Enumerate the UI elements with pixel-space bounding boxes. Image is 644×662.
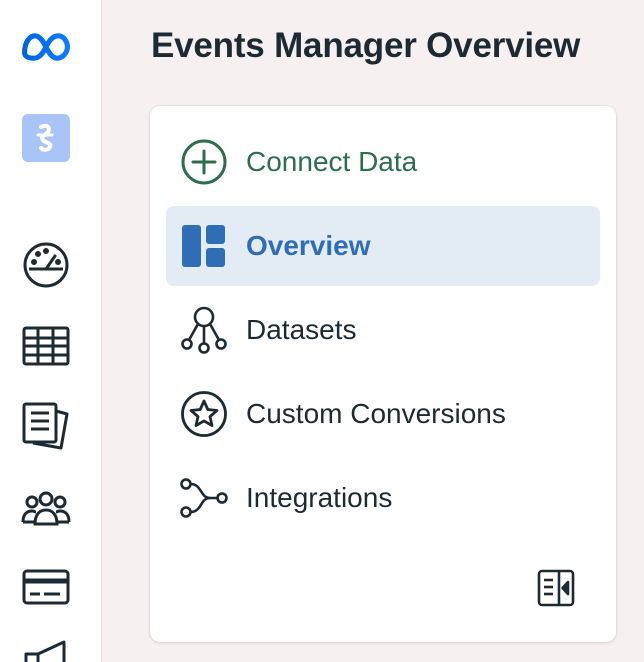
left-icon-rail (0, 0, 102, 662)
nav-item-datasets[interactable]: Datasets (166, 290, 600, 370)
plus-circle-icon (180, 138, 228, 186)
collapse-panel-button[interactable] (534, 568, 578, 612)
nav-item-connect-data[interactable]: Connect Data (166, 122, 600, 202)
nav-item-overview[interactable]: Overview (166, 206, 600, 286)
nav-item-label: Custom Conversions (246, 398, 506, 429)
main-content: Events Manager Overview Connect Data Ove… (103, 0, 644, 662)
documents-icon[interactable] (19, 399, 73, 453)
integration-flow-icon (180, 474, 228, 522)
nav-item-label: Connect Data (246, 146, 418, 177)
megaphone-icon[interactable] (19, 636, 73, 662)
people-icon[interactable] (19, 481, 73, 535)
collapse-panel-icon (536, 568, 576, 613)
credit-card-icon[interactable] (19, 560, 73, 614)
navigation-card: Connect Data Overview Datasets Custom Co… (150, 106, 616, 642)
page-title: Events Manager Overview (151, 26, 581, 65)
table-icon[interactable] (19, 319, 73, 373)
dashboard-icon (180, 222, 228, 270)
nav-item-label: Datasets (246, 314, 357, 345)
app-avatar-icon[interactable] (19, 111, 73, 165)
nav-item-integrations[interactable]: Integrations (166, 458, 600, 538)
nav-item-label: Integrations (246, 482, 393, 513)
nav-item-custom-conversions[interactable]: Custom Conversions (166, 374, 600, 454)
gauge-icon[interactable] (19, 238, 73, 292)
nav-item-label: Overview (246, 230, 371, 261)
star-circle-icon (180, 390, 228, 438)
dataset-nodes-icon (180, 306, 228, 354)
meta-logo-icon[interactable] (19, 20, 73, 74)
